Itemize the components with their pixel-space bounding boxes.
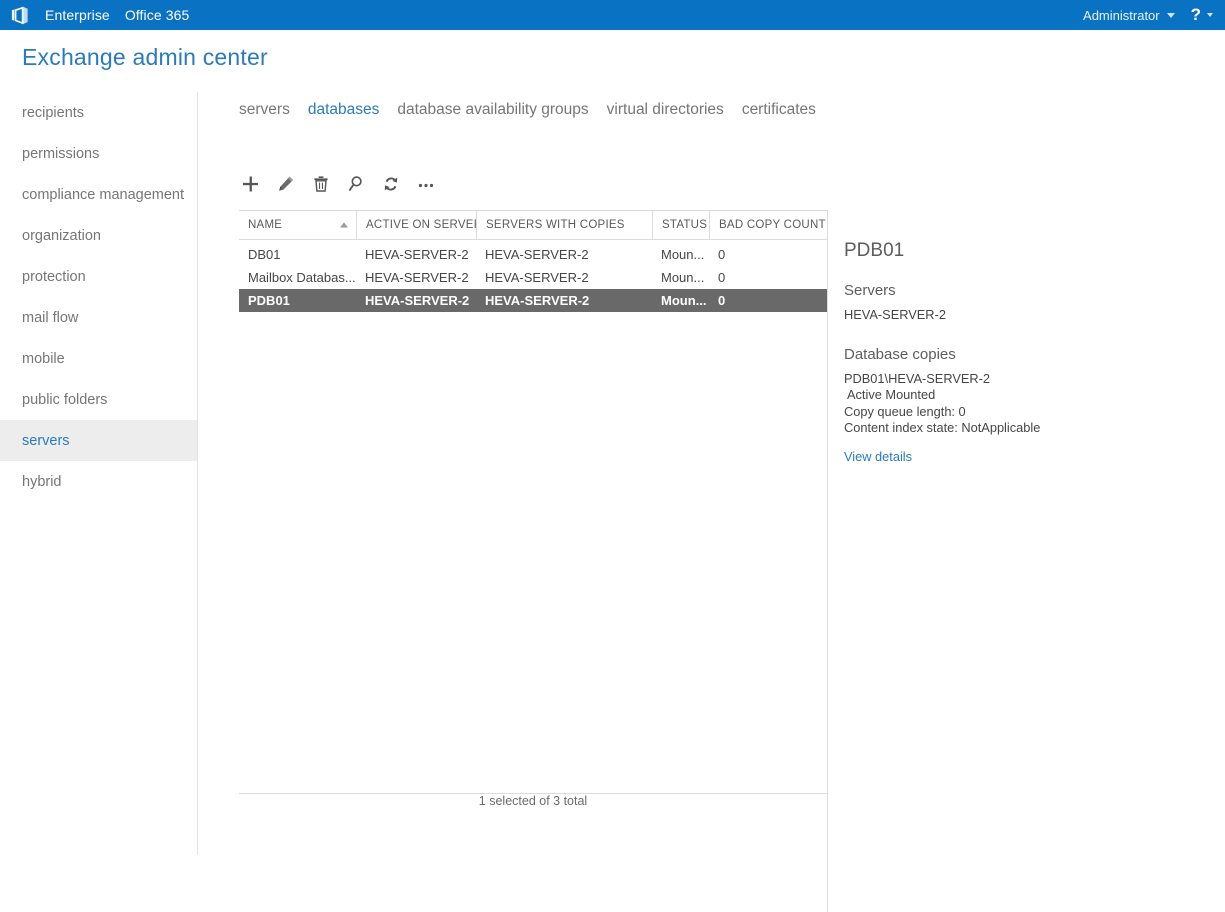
- sidebar-item-label: hybrid: [22, 473, 62, 490]
- column-header-bad-copy-count[interactable]: BAD COPY COUNT: [709, 211, 827, 239]
- cell-name: PDB01: [248, 293, 290, 308]
- help-menu[interactable]: ?: [1185, 0, 1225, 30]
- suite-link-office365[interactable]: Office 365: [125, 7, 190, 23]
- refresh-icon: [384, 177, 398, 191]
- chevron-down-icon: [1207, 13, 1213, 17]
- magnifier-icon: [348, 176, 362, 192]
- table-row[interactable]: Mailbox Databas... HEVA-SERVER-2 HEVA-SE…: [239, 266, 827, 289]
- cell-bad-copy-count: 0: [718, 293, 726, 308]
- chevron-down-icon: [1166, 12, 1175, 18]
- details-content-index-state: Content index state: NotApplicable: [844, 420, 1041, 435]
- cell-active-on-server: HEVA-SERVER-2: [365, 270, 469, 285]
- sort-ascending-icon: [340, 222, 348, 228]
- cell-name: DB01: [248, 247, 281, 262]
- sidebar-item-label: permissions: [22, 145, 100, 162]
- sidebar-item-label: servers: [22, 432, 70, 449]
- column-header-label: BAD COPY COUNT: [719, 219, 826, 231]
- details-pane: PDB01 Servers HEVA-SERVER-2 Database cop…: [827, 210, 1225, 912]
- sidebar-item-label: mobile: [22, 350, 65, 367]
- ellipsis-icon: [418, 183, 434, 188]
- sidebar-item-public-folders[interactable]: public folders: [0, 379, 197, 420]
- cell-status: Moun...: [661, 270, 705, 285]
- sidebar-item-protection[interactable]: protection: [0, 256, 197, 297]
- column-header-active-on-server[interactable]: ACTIVE ON SERVER: [356, 211, 476, 239]
- cell-status: Moun...: [661, 293, 707, 308]
- sidebar-item-label: mail flow: [22, 309, 79, 326]
- more-button[interactable]: [414, 172, 438, 196]
- details-database-copies-heading: Database copies: [844, 345, 956, 363]
- table-body: DB01 HEVA-SERVER-2 HEVA-SERVER-2 Moun...…: [239, 240, 827, 794]
- details-servers-heading: Servers: [844, 282, 896, 299]
- table-row[interactable]: DB01 HEVA-SERVER-2 HEVA-SERVER-2 Moun...…: [239, 243, 827, 266]
- sidebar-item-hybrid[interactable]: hybrid: [0, 461, 197, 502]
- sidebar-item-permissions[interactable]: permissions: [0, 133, 197, 174]
- user-menu-label: Administrator: [1083, 7, 1160, 23]
- details-copy-state: Active Mounted: [847, 387, 936, 402]
- column-header-servers-with-copies[interactable]: SERVERS WITH COPIES: [476, 211, 652, 239]
- tab-certificates[interactable]: certificates: [742, 100, 816, 120]
- selection-status: 1 selected of 3 total: [478, 794, 588, 808]
- details-servers-value: HEVA-SERVER-2: [844, 307, 946, 322]
- column-header-name[interactable]: NAME: [239, 211, 356, 239]
- sidebar-item-recipients[interactable]: recipients: [0, 92, 197, 133]
- toolbar: [239, 170, 438, 198]
- sidebar-item-servers[interactable]: servers: [0, 420, 197, 461]
- sidebar-item-mobile[interactable]: mobile: [0, 338, 197, 379]
- details-copy-name: PDB01\HEVA-SERVER-2: [844, 370, 991, 386]
- page-title: Exchange admin center: [22, 44, 268, 70]
- refresh-button[interactable]: [379, 172, 403, 196]
- suite-bar-right: Administrator ?: [1073, 0, 1225, 30]
- column-header-status[interactable]: STATUS: [652, 211, 709, 239]
- sidebar-item-organization[interactable]: organization: [0, 215, 197, 256]
- search-button[interactable]: [344, 172, 368, 196]
- trash-icon: [314, 176, 328, 192]
- tab-databases[interactable]: databases: [308, 100, 380, 120]
- sidebar-item-label: recipients: [22, 104, 85, 121]
- table-row[interactable]: PDB01 HEVA-SERVER-2 HEVA-SERVER-2 Moun..…: [239, 289, 827, 312]
- cell-bad-copy-count: 0: [718, 270, 726, 285]
- tab-bar: servers databases database availability …: [239, 100, 816, 120]
- cell-servers-with-copies: HEVA-SERVER-2: [485, 247, 589, 262]
- edit-button[interactable]: [274, 172, 298, 196]
- user-menu[interactable]: Administrator: [1073, 0, 1185, 30]
- table-header: NAME ACTIVE ON SERVER SERVERS WITH COPIE…: [239, 210, 827, 240]
- cell-servers-with-copies: HEVA-SERVER-2: [485, 293, 590, 308]
- column-header-label: STATUS: [662, 219, 708, 231]
- add-button[interactable]: [239, 172, 263, 196]
- column-header-label: NAME: [248, 219, 283, 231]
- suite-bar: Enterprise Office 365 Administrator ?: [0, 0, 1225, 30]
- delete-button[interactable]: [309, 172, 333, 196]
- plus-icon: [243, 176, 258, 192]
- help-icon: ?: [1190, 5, 1201, 24]
- sidebar-item-mail-flow[interactable]: mail flow: [0, 297, 197, 338]
- column-header-label: ACTIVE ON SERVER: [366, 219, 476, 231]
- sidebar-item-label: protection: [22, 268, 86, 285]
- office-logo-icon[interactable]: [5, 0, 35, 30]
- cell-active-on-server: HEVA-SERVER-2: [365, 293, 470, 308]
- sidebar-item-label: compliance management: [22, 186, 185, 203]
- tab-database-availability-groups[interactable]: database availability groups: [397, 100, 588, 120]
- cell-name: Mailbox Databas...: [248, 270, 356, 285]
- column-header-label: SERVERS WITH COPIES: [486, 219, 625, 231]
- cell-bad-copy-count: 0: [718, 247, 726, 262]
- tab-servers[interactable]: servers: [239, 100, 290, 120]
- cell-active-on-server: HEVA-SERVER-2: [365, 247, 469, 262]
- sidebar: recipients permissions compliance manage…: [0, 92, 198, 855]
- pencil-icon: [279, 176, 293, 191]
- cell-servers-with-copies: HEVA-SERVER-2: [485, 270, 589, 285]
- sidebar-item-label: organization: [22, 227, 101, 244]
- sidebar-item-label: public folders: [22, 391, 108, 408]
- databases-list: NAME ACTIVE ON SERVER SERVERS WITH COPIE…: [239, 210, 827, 794]
- cell-status: Moun...: [661, 247, 705, 262]
- details-copy-queue-length: Copy queue length: 0: [844, 403, 966, 419]
- details-title: PDB01: [844, 240, 905, 261]
- suite-link-enterprise[interactable]: Enterprise: [45, 7, 110, 23]
- sidebar-item-compliance-management[interactable]: compliance management: [0, 174, 197, 215]
- tab-virtual-directories[interactable]: virtual directories: [607, 100, 724, 120]
- view-details-link[interactable]: View details: [844, 449, 912, 464]
